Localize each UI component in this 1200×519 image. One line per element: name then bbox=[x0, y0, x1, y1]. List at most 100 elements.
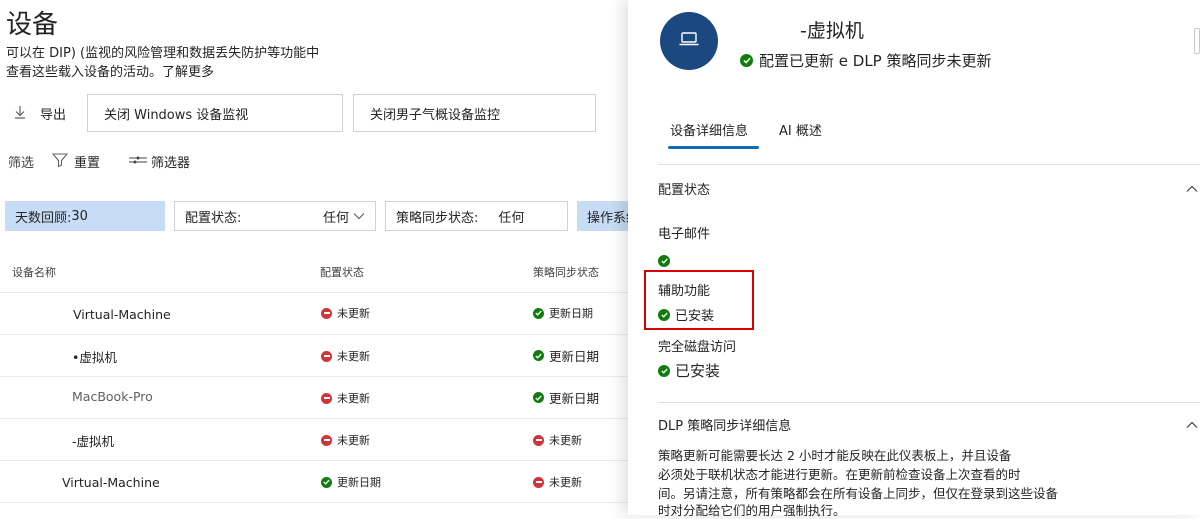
minus-circle-icon bbox=[533, 476, 544, 488]
config-status-filter[interactable]: 配置状态: 任何 bbox=[174, 201, 376, 231]
chevron-up-icon[interactable] bbox=[1186, 416, 1198, 435]
section-divider bbox=[658, 164, 1200, 165]
days-filter-chip[interactable]: 天数回顾: 30 bbox=[5, 201, 165, 231]
device-name-cell[interactable]: •虚拟机 bbox=[72, 347, 117, 366]
filter-button[interactable]: 筛选 bbox=[8, 152, 34, 171]
check-circle-icon bbox=[658, 364, 670, 377]
policy-status-text: 未更新 bbox=[549, 434, 582, 447]
config-status-cell: 未更新 bbox=[321, 348, 370, 364]
email-label: 电子邮件 bbox=[658, 227, 711, 242]
config-status-cell: 更新日期 bbox=[321, 474, 381, 490]
page-title: 设备 bbox=[6, 10, 59, 40]
reset-label: 重置 bbox=[74, 156, 101, 171]
table-row[interactable]: Virtual-Machine 未更新 更新日期 bbox=[0, 293, 628, 334]
policy-status-text: 更新日期 bbox=[549, 307, 593, 320]
minus-circle-icon bbox=[533, 434, 544, 446]
check-circle-icon bbox=[533, 392, 544, 403]
accessibility-label: 辅助功能 bbox=[658, 284, 711, 299]
config-filter-value: 任何 bbox=[322, 210, 349, 226]
config-status-cell: 未更新 bbox=[321, 390, 370, 406]
tab-device-details[interactable]: 设备详细信息 bbox=[670, 120, 748, 139]
laptop-icon bbox=[678, 31, 700, 51]
config-status-text: 未更新 bbox=[337, 307, 370, 320]
dlp-description-line: 必须处于联机状态才能进行更新。在更新前检查设备上次查看的时 bbox=[658, 467, 1021, 482]
section-divider bbox=[658, 402, 1200, 403]
table-row[interactable]: Virtual-Machine 更新日期 未更新 bbox=[0, 461, 628, 502]
chevron-down-icon bbox=[353, 209, 365, 224]
filter-settings-icon bbox=[128, 154, 148, 169]
dlp-description-line: 策略更新可能需要长达 2 小时才能反映在此仪表板上，并且设备 bbox=[658, 448, 1012, 463]
config-status-text: 未更新 bbox=[337, 350, 370, 363]
config-status-text: 更新日期 bbox=[337, 476, 381, 489]
panel-scrollbar[interactable] bbox=[1194, 28, 1200, 54]
device-details-panel: -虚拟机 配置已更新 e DLP 策略同步未更新 设备详细信息 AI 概述 配置… bbox=[628, 0, 1200, 518]
device-name-cell[interactable]: MacBook-Pro bbox=[72, 389, 153, 404]
dlp-description-line: 时对分配给它们的用户强制执行。 bbox=[658, 503, 846, 518]
table-row[interactable]: •虚拟机 未更新 更新日期 bbox=[0, 335, 628, 376]
policy-status-cell: 更新日期 bbox=[533, 346, 599, 365]
policy-status-text: 未更新 bbox=[549, 476, 582, 489]
policy-sync-filter[interactable]: 策略同步状态: 任何 bbox=[385, 201, 568, 231]
policy-filter-value: 任何 bbox=[498, 210, 525, 226]
page-description-line2: 查看这些载入设备的活动。了解更多 bbox=[6, 61, 214, 80]
column-header-device-name[interactable]: 设备名称 bbox=[12, 264, 56, 280]
table-row[interactable]: MacBook-Pro 未更新 更新日期 bbox=[0, 377, 628, 418]
panel-status-text: 配置已更新 e DLP 策略同步未更新 bbox=[759, 52, 992, 70]
page-description-line1: 可以在 DIP) (监视的风险管理和数据丢失防护等功能中 bbox=[6, 46, 320, 61]
page-description-text: 查看这些载入设备的活动。 bbox=[6, 65, 163, 80]
full-disk-label: 完全磁盘访问 bbox=[658, 340, 737, 355]
policy-filter-label: 策略同步状态: bbox=[396, 210, 479, 226]
column-header-config-status[interactable]: 配置状态 bbox=[320, 264, 364, 280]
days-filter-value: 30 bbox=[71, 208, 88, 224]
tab-ai-overview[interactable]: AI 概述 bbox=[779, 120, 822, 139]
config-filter-label: 配置状态: bbox=[185, 210, 242, 226]
check-circle-icon bbox=[533, 350, 544, 361]
row-divider bbox=[0, 502, 640, 503]
download-icon bbox=[14, 105, 26, 123]
policy-status-cell: 更新日期 bbox=[533, 305, 593, 321]
check-circle-icon bbox=[321, 476, 332, 488]
active-tab-indicator bbox=[668, 146, 759, 149]
check-circle-icon bbox=[533, 307, 544, 319]
export-label: 导出 bbox=[40, 108, 67, 123]
minus-circle-icon bbox=[321, 350, 332, 362]
panel-device-name: -虚拟机 bbox=[800, 20, 864, 42]
device-name-cell[interactable]: Virtual-Machine bbox=[62, 475, 160, 490]
policy-status-text: 更新日期 bbox=[549, 391, 600, 406]
email-status bbox=[658, 249, 670, 268]
column-header-policy-status[interactable]: 策略同步状态 bbox=[533, 264, 599, 280]
minus-circle-icon bbox=[321, 392, 332, 404]
policy-status-text: 更新日期 bbox=[549, 349, 600, 364]
learn-more-link[interactable]: 了解更多 bbox=[162, 65, 214, 80]
policy-status-cell: 未更新 bbox=[533, 474, 582, 490]
accessibility-status: 已安装 bbox=[658, 305, 714, 324]
device-avatar bbox=[660, 12, 718, 70]
config-section-title[interactable]: 配置状态 bbox=[658, 179, 710, 198]
accessibility-status-text: 已安装 bbox=[675, 309, 715, 324]
panel-status-summary: 配置已更新 e DLP 策略同步未更新 bbox=[740, 50, 992, 71]
minus-circle-icon bbox=[321, 307, 332, 319]
minus-circle-icon bbox=[321, 434, 332, 446]
full-disk-status: 已安装 bbox=[658, 360, 720, 381]
check-circle-icon bbox=[658, 308, 670, 321]
windows-monitor-button[interactable]: 关闭 Windows 设备监视 bbox=[87, 94, 343, 132]
policy-status-cell: 更新日期 bbox=[533, 388, 599, 407]
filter-icon bbox=[51, 152, 69, 171]
table-row[interactable]: -虚拟机 未更新 未更新 bbox=[0, 419, 628, 460]
filter-picker-button[interactable]: 筛选器 bbox=[128, 152, 190, 171]
check-circle-icon bbox=[740, 54, 753, 67]
reset-button[interactable]: 重置 bbox=[51, 152, 101, 171]
chevron-up-icon[interactable] bbox=[1186, 180, 1198, 199]
dlp-section-title[interactable]: DLP 策略同步详细信息 bbox=[658, 415, 791, 434]
config-status-cell: 未更新 bbox=[321, 432, 370, 448]
filter-picker-label: 筛选器 bbox=[151, 156, 191, 171]
config-status-text: 未更新 bbox=[337, 434, 370, 447]
export-button[interactable]: 导出 bbox=[14, 104, 66, 123]
device-name-cell[interactable]: -虚拟机 bbox=[72, 431, 114, 450]
device-name-cell[interactable]: Virtual-Machine bbox=[73, 307, 171, 322]
days-filter-label: 天数回顾: bbox=[15, 210, 72, 226]
config-status-text: 未更新 bbox=[337, 392, 370, 405]
policy-status-cell: 未更新 bbox=[533, 432, 582, 448]
mac-monitor-button[interactable]: 关闭男子气概设备监控 bbox=[353, 94, 596, 132]
config-status-cell: 未更新 bbox=[321, 305, 370, 321]
